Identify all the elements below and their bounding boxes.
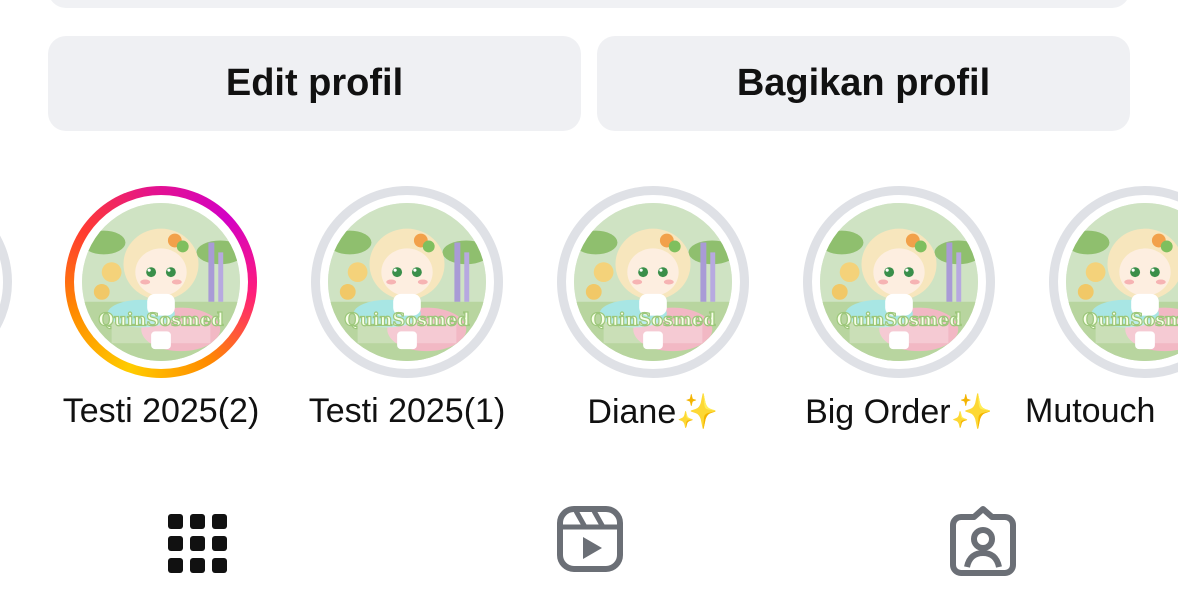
highlight-ring-unseen: QuinSosmed — [65, 186, 257, 378]
story-highlights: QuinSosmed Testi 2025(2) QuinSosmed Test… — [0, 180, 1178, 440]
svg-text:QuinSosmed: QuinSosmed — [590, 309, 715, 330]
highlight-item[interactable]: QuinSosmed Mutouch — [1025, 180, 1178, 440]
highlight-cover-image: QuinSosmed — [328, 203, 486, 361]
highlight-cover-image: QuinSosmed — [574, 203, 732, 361]
highlight-label: Mutouch — [1025, 392, 1156, 430]
highlight-label: Big Order✨ — [805, 393, 993, 431]
highlight-cover-image: QuinSosmed — [82, 203, 240, 361]
tab-tagged[interactable] — [938, 505, 1028, 595]
highlight-label: Testi 2025(1) — [308, 392, 506, 430]
tab-posts[interactable] — [152, 505, 242, 595]
tab-reels[interactable] — [545, 505, 635, 595]
highlight-ring: QuinSosmed — [1049, 186, 1178, 378]
highlight-cover-image: QuinSosmed — [820, 203, 978, 361]
highlight-cover-image: QuinSosmed — [1066, 203, 1178, 361]
edit-profile-button[interactable]: Edit profil — [48, 36, 581, 131]
svg-text:QuinSosmed: QuinSosmed — [344, 309, 469, 330]
highlight-label: Diane✨ — [587, 393, 719, 431]
highlight-label: Testi 2025(2) — [62, 392, 260, 430]
highlight-item[interactable]: QuinSosmed Diane✨ — [533, 180, 773, 440]
highlight-item[interactable]: QuinSosmed Testi 2025(1) — [287, 180, 527, 440]
profile-tab-bar — [0, 505, 1178, 595]
svg-text:QuinSosmed: QuinSosmed — [836, 309, 961, 330]
svg-text:QuinSosmed: QuinSosmed — [98, 309, 223, 330]
highlight-item[interactable]: QuinSosmed Big Order✨ — [779, 180, 1019, 440]
highlight-ring: QuinSosmed — [557, 186, 749, 378]
highlight-ring: QuinSosmed — [803, 186, 995, 378]
reels-icon — [557, 506, 623, 572]
highlight-item[interactable]: QuinSosmed Testi 2025(2) — [41, 180, 281, 440]
profile-info-card — [48, 0, 1130, 8]
svg-text:QuinSosmed: QuinSosmed — [1082, 309, 1178, 330]
tagged-icon — [950, 506, 1016, 576]
share-profile-button[interactable]: Bagikan profil — [597, 36, 1130, 131]
highlight-ring: QuinSosmed — [311, 186, 503, 378]
profile-screen: Edit profil Bagikan profil QuinSosmed Te… — [0, 0, 1178, 595]
grid-icon — [167, 514, 227, 573]
